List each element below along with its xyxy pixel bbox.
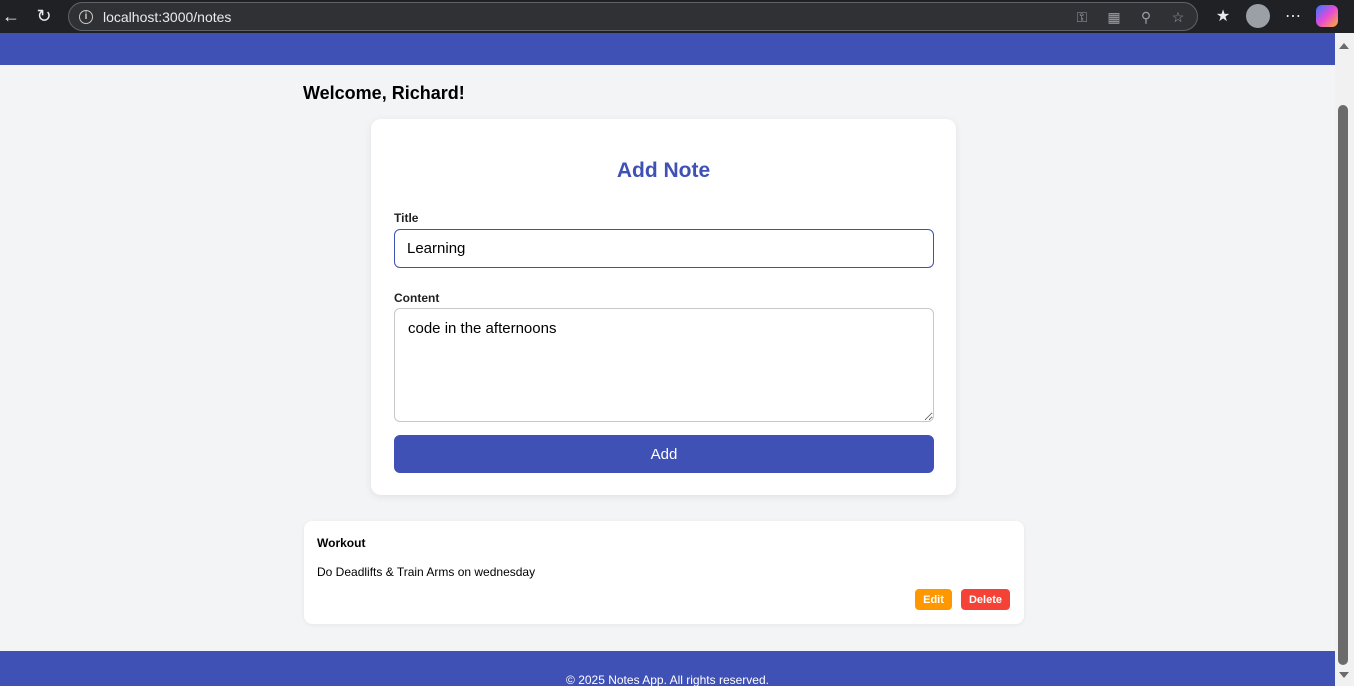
info-icon[interactable]: i (79, 9, 93, 24)
note-card: Workout Do Deadlifts & Train Arms on wed… (304, 521, 1024, 624)
key-icon[interactable]: ⚿ (1071, 7, 1093, 27)
favorites-icon[interactable]: ★ (1210, 4, 1236, 28)
scrollbar[interactable] (1335, 33, 1354, 686)
address-bar[interactable]: i localhost:3000/notes ⚿ ▦ ⚲ ☆ (68, 2, 1198, 31)
edit-button[interactable]: Edit (915, 589, 952, 610)
delete-button[interactable]: Delete (961, 589, 1010, 610)
title-input[interactable] (394, 229, 934, 268)
note-content: Do Deadlifts & Train Arms on wednesday (317, 565, 536, 579)
note-title: Workout (317, 536, 366, 550)
url-text[interactable]: localhost:3000/notes (103, 9, 231, 25)
add-note-heading: Add Note (616, 159, 711, 182)
reload-icon[interactable]: ↻ (33, 5, 55, 27)
back-arrow-icon[interactable]: ← (0, 5, 22, 27)
profile-icon[interactable] (1246, 4, 1270, 28)
copilot-icon[interactable] (1316, 5, 1338, 27)
add-button[interactable]: Add (394, 435, 934, 473)
apps-icon[interactable]: ▦ (1103, 7, 1125, 27)
star-icon[interactable]: ☆ (1167, 7, 1189, 27)
more-icon[interactable]: ⋯ (1280, 4, 1306, 28)
welcome-heading: Welcome, Richard! (303, 83, 465, 103)
content-textarea[interactable]: code in the afternoons (394, 308, 934, 422)
app-header (0, 33, 1335, 65)
browser-toolbar: ← ↻ i localhost:3000/notes ⚿ ▦ ⚲ ☆ ★ ⋯ (0, 0, 1354, 33)
scroll-down-arrow-icon[interactable] (1339, 672, 1349, 678)
title-label: Title (394, 211, 419, 225)
zoom-icon[interactable]: ⚲ (1135, 7, 1157, 27)
scroll-up-arrow-icon[interactable] (1339, 43, 1349, 49)
app-footer: © 2025 Notes App. All rights reserved. (0, 651, 1335, 686)
scrollbar-thumb[interactable] (1338, 105, 1348, 665)
content-label: Content (394, 291, 440, 305)
footer-text: © 2025 Notes App. All rights reserved. (566, 673, 769, 686)
add-note-card: Add Note Title Content code in the after… (371, 119, 956, 495)
